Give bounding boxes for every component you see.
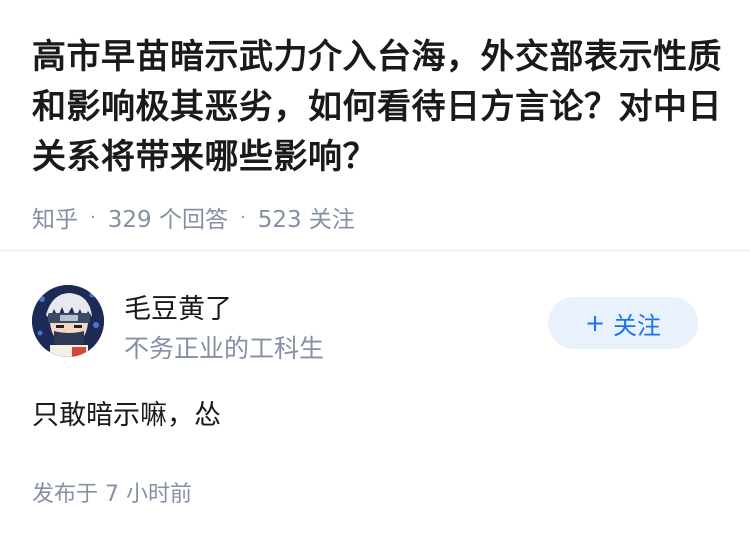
follower-count[interactable]: 523 关注 <box>258 200 355 234</box>
question-header: 高市早苗暗示武力介入台海，外交部表示性质和影响极其恶劣，如何看待日方言论？对中日… <box>32 32 722 234</box>
author-name[interactable]: 毛豆黄了 <box>124 287 232 326</box>
question-meta: 知乎 · 329 个回答 · 523 关注 <box>32 200 722 234</box>
avatar-image <box>32 285 104 357</box>
plus-icon: + <box>584 309 606 337</box>
answer-content[interactable]: 只敢暗示嘛，怂 <box>32 393 221 432</box>
answer-count[interactable]: 329 个回答 <box>108 200 228 234</box>
author-bio: 不务正业的工科生 <box>124 334 325 363</box>
meta-separator: · <box>90 206 96 228</box>
zhihu-answer-card: 高市早苗暗示武力介入台海，外交部表示性质和影响极其恶劣，如何看待日方言论？对中日… <box>0 0 750 540</box>
follow-button[interactable]: + 关注 <box>548 297 698 349</box>
meta-separator: · <box>239 206 246 228</box>
publish-time: 发布于 7 小时前 <box>32 482 192 507</box>
avatar[interactable] <box>32 285 104 357</box>
divider <box>0 250 750 251</box>
author-info: 毛豆黄了 不务正业的工科生 + 关注 <box>32 285 722 363</box>
follow-label: 关注 <box>613 311 662 340</box>
question-title[interactable]: 高市早苗暗示武力介入台海，外交部表示性质和影响极其恶劣，如何看待日方言论？对中日… <box>32 32 722 182</box>
source-label[interactable]: 知乎 <box>32 200 78 234</box>
